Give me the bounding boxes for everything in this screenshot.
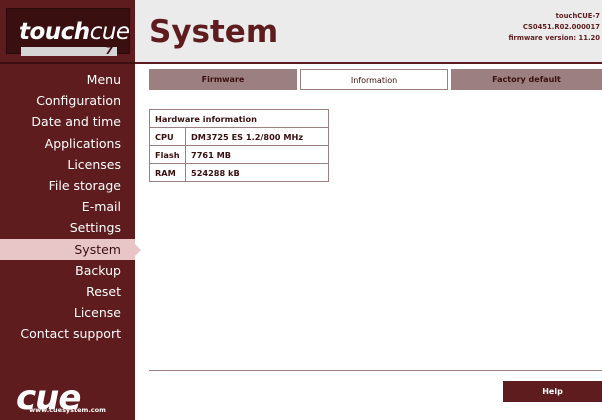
table-header-row: Hardware information	[149, 109, 329, 128]
header: System touchCUE-7 CS0451.R02.000017 firm…	[135, 0, 602, 62]
touchcue-logo: 7 touchcue	[6, 8, 130, 57]
footer-divider	[149, 370, 602, 371]
sidebar-divider	[0, 62, 135, 64]
table-row: Flash 7761 MB	[149, 145, 329, 164]
sidebar-item-date-and-time[interactable]: Date and time	[0, 111, 135, 132]
logo-model-digit: 7	[105, 44, 113, 57]
sidebar-item-menu[interactable]: Menu	[0, 69, 135, 90]
sidebar-item-reset[interactable]: Reset	[0, 281, 135, 302]
table-row: RAM 524288 kB	[149, 163, 329, 182]
hardware-info-heading: Hardware information	[149, 109, 329, 128]
hardware-info-table: Hardware information CPU DM3725 ES 1.2/8…	[149, 109, 329, 182]
table-row: CPU DM3725 ES 1.2/800 MHz	[149, 127, 329, 146]
sidebar: 7 touchcue Menu Configuration Date and t…	[0, 0, 141, 420]
logo-underline: 7	[21, 44, 117, 57]
cpu-value: DM3725 ES 1.2/800 MHz	[185, 127, 329, 146]
ram-label: RAM	[149, 163, 186, 182]
sidebar-item-file-storage[interactable]: File storage	[0, 175, 135, 196]
page-title: System	[149, 14, 279, 50]
header-divider	[135, 62, 602, 64]
ram-value: 524288 kB	[185, 163, 329, 182]
help-button[interactable]: Help	[503, 381, 602, 402]
sidebar-item-configuration[interactable]: Configuration	[0, 90, 135, 111]
device-info: touchCUE-7 CS0451.R02.000017 firmware ve…	[508, 11, 600, 44]
cpu-label: CPU	[149, 127, 186, 146]
tab-factory-default[interactable]: Factory default	[451, 69, 602, 90]
device-serial: CS0451.R02.000017	[522, 23, 600, 31]
sidebar-item-contact-support[interactable]: Contact support	[0, 323, 135, 344]
sidebar-item-backup[interactable]: Backup	[0, 260, 135, 281]
sidebar-item-licenses[interactable]: Licenses	[0, 154, 135, 175]
sidebar-item-settings[interactable]: Settings	[0, 217, 135, 238]
logo-brand-bold: touch	[19, 19, 90, 45]
flash-label: Flash	[149, 145, 186, 164]
logo-brand-light: cue	[89, 19, 130, 45]
firmware-version: firmware version: 11.20	[508, 34, 600, 42]
sidebar-item-system[interactable]: System	[0, 238, 141, 260]
device-name: touchCUE-7	[555, 12, 600, 20]
tab-firmware[interactable]: Firmware	[149, 69, 297, 90]
flash-value: 7761 MB	[185, 145, 329, 164]
sidebar-item-applications[interactable]: Applications	[0, 133, 135, 154]
logo-text: touchcue	[19, 19, 130, 45]
cue-website-link[interactable]: www.cuesystem.com	[0, 406, 135, 414]
sidebar-item-e-mail[interactable]: E-mail	[0, 196, 135, 217]
tab-information[interactable]: Information	[300, 69, 448, 90]
sidebar-menu: Menu Configuration Date and time Applica…	[0, 69, 141, 344]
sidebar-item-license[interactable]: License	[0, 302, 135, 323]
